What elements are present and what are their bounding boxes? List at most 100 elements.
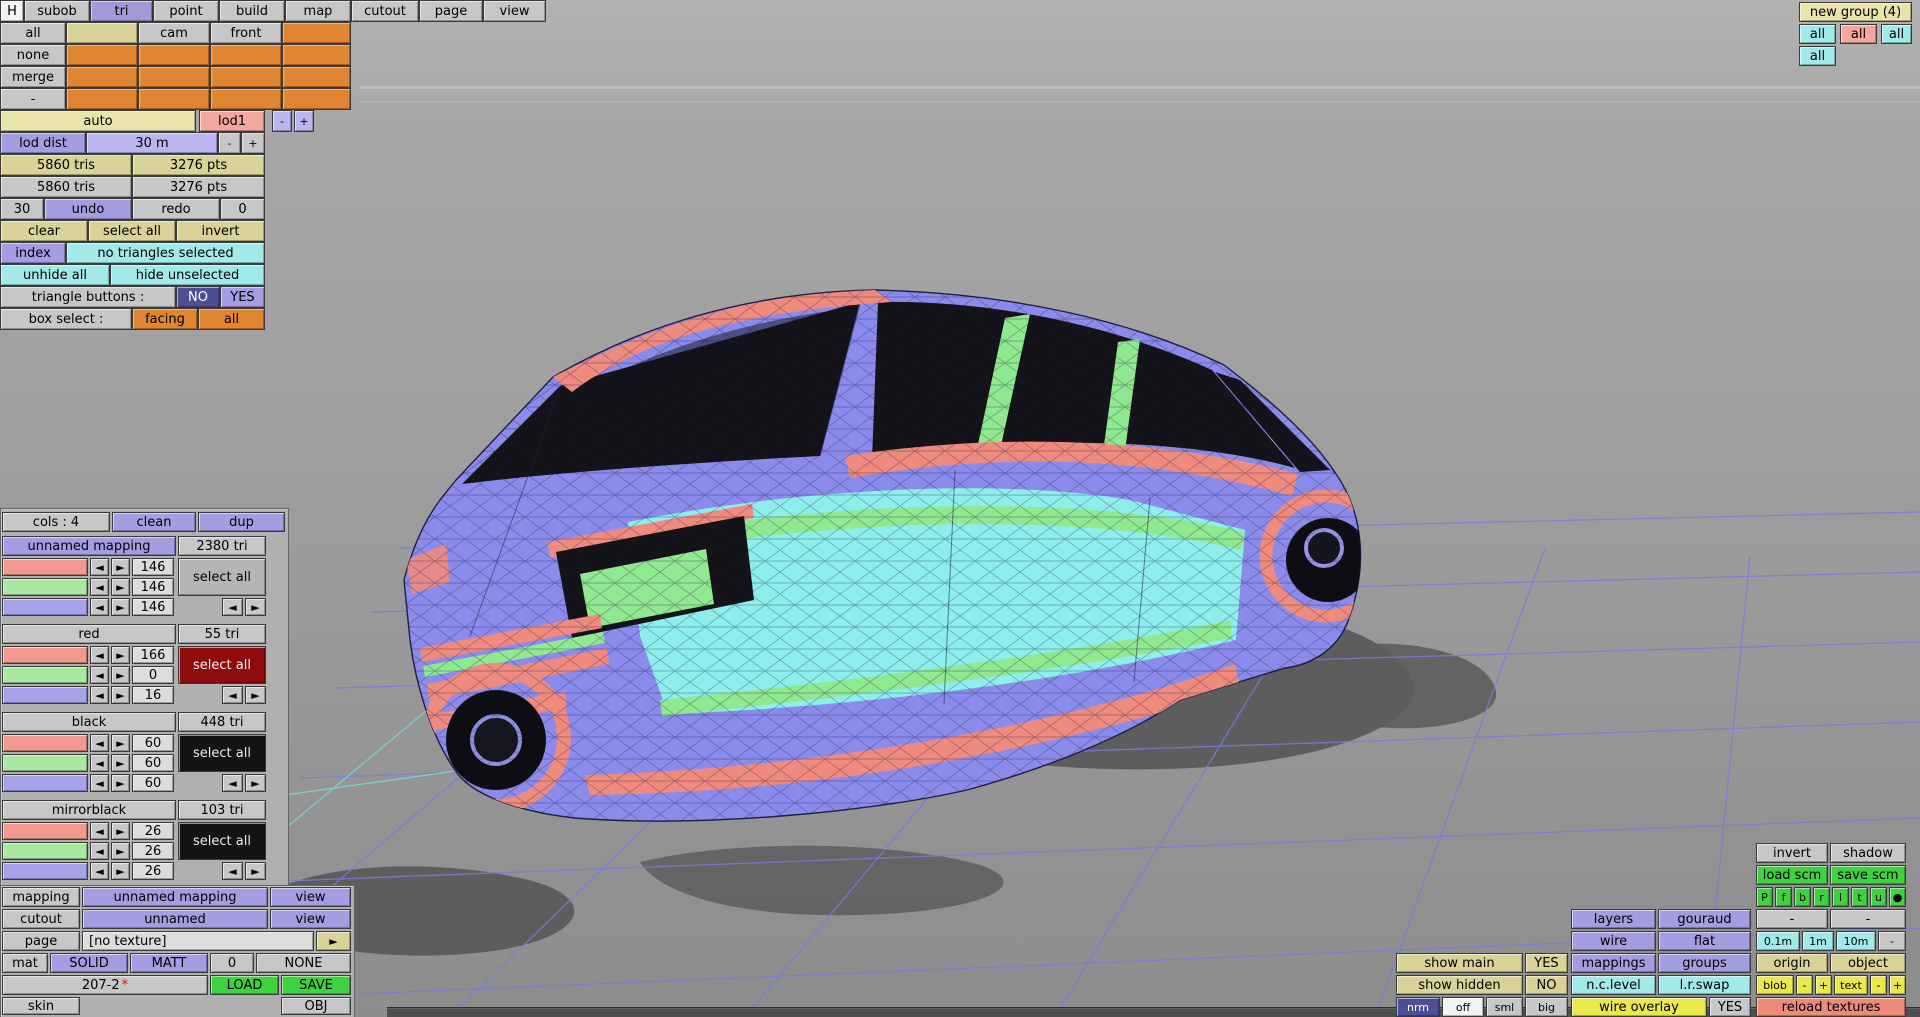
swatch-prev-button[interactable]: ◄ xyxy=(90,774,109,792)
menu-item-point[interactable]: point xyxy=(153,0,219,22)
axis-t-button[interactable]: t xyxy=(1851,887,1868,907)
blob-plus-button[interactable]: + xyxy=(1815,975,1832,995)
swatch-next-button[interactable]: ► xyxy=(111,578,130,596)
axis-b-button[interactable]: b xyxy=(1794,887,1811,907)
nrm-button[interactable]: nrm xyxy=(1396,997,1440,1017)
skin-button[interactable]: skin xyxy=(2,997,80,1015)
grid-front-button[interactable]: front xyxy=(210,22,282,44)
color-swatch-blue[interactable] xyxy=(2,598,88,616)
menu-item-tri[interactable]: tri xyxy=(90,0,153,22)
swatch-next-button[interactable]: ► xyxy=(111,646,130,664)
palette-cell[interactable] xyxy=(282,66,351,88)
clean-button[interactable]: clean xyxy=(112,512,196,532)
swatch-prev-button[interactable]: ◄ xyxy=(90,686,109,704)
color-group-name[interactable]: mirrorblack xyxy=(2,800,176,820)
mat-solid-button[interactable]: SOLID xyxy=(50,953,128,973)
group-prev-button[interactable]: ◄ xyxy=(222,598,243,616)
dist-1m-button[interactable]: 1m xyxy=(1802,931,1834,951)
groups-button[interactable]: groups xyxy=(1658,953,1751,973)
index-button[interactable]: index xyxy=(0,242,66,264)
box-select-all-button[interactable]: all xyxy=(198,308,265,330)
mat-matt-button[interactable]: MATT xyxy=(130,953,208,973)
menu-item-view[interactable]: view xyxy=(483,0,546,22)
blob-button[interactable]: blob xyxy=(1756,975,1794,995)
nrm-off-button[interactable]: off xyxy=(1442,997,1484,1017)
flat-button[interactable]: flat xyxy=(1658,931,1751,951)
axis-r-button[interactable]: r xyxy=(1813,887,1830,907)
mat-none-button[interactable]: NONE xyxy=(256,953,351,973)
nrm-sml-button[interactable]: sml xyxy=(1486,997,1523,1017)
group-select-all-button[interactable]: select all xyxy=(178,734,266,772)
blob-minus-button[interactable]: - xyxy=(1796,975,1813,995)
swatch-prev-button[interactable]: ◄ xyxy=(90,734,109,752)
color-swatch-blue[interactable] xyxy=(2,686,88,704)
group-next-button[interactable]: ► xyxy=(245,862,266,880)
swatch-next-button[interactable]: ► xyxy=(111,842,130,860)
swatch-next-button[interactable]: ► xyxy=(111,666,130,684)
lod1-button[interactable]: lod1 xyxy=(199,110,265,132)
palette-cell[interactable] xyxy=(66,88,138,110)
show-hidden-button[interactable]: show hidden xyxy=(1396,975,1523,995)
color-group-name[interactable]: red xyxy=(2,624,176,644)
dash-button[interactable]: - xyxy=(1756,909,1828,929)
text-button[interactable]: text xyxy=(1834,975,1868,995)
wire-overlay-button[interactable]: wire overlay xyxy=(1571,997,1707,1017)
group-all-button[interactable]: all xyxy=(1840,24,1877,44)
mappings-button[interactable]: mappings xyxy=(1571,953,1656,973)
grid-merge-button[interactable]: merge xyxy=(0,66,66,88)
menu-item-subob[interactable]: subob xyxy=(24,0,90,22)
swatch-prev-button[interactable]: ◄ xyxy=(90,754,109,772)
show-hidden-toggle[interactable]: NO xyxy=(1525,975,1568,995)
obj-button[interactable]: OBJ xyxy=(281,997,351,1015)
color-swatch-blue[interactable] xyxy=(2,774,88,792)
color-swatch-red[interactable] xyxy=(2,822,88,840)
object-button[interactable]: object xyxy=(1830,953,1906,973)
nc-level-button[interactable]: n.c.level xyxy=(1571,975,1656,995)
menu-item-cutout[interactable]: cutout xyxy=(351,0,419,22)
swatch-next-button[interactable]: ► xyxy=(111,822,130,840)
lod-plus-button[interactable]: + xyxy=(294,110,314,132)
axis-f-button[interactable]: f xyxy=(1775,887,1792,907)
cutout-name[interactable]: unnamed xyxy=(82,909,268,929)
text-minus-button[interactable]: - xyxy=(1870,975,1887,995)
palette-cell[interactable] xyxy=(138,44,210,66)
palette-cell[interactable] xyxy=(138,66,210,88)
dash-button[interactable]: - xyxy=(1830,909,1906,929)
cutout-view-button[interactable]: view xyxy=(270,909,351,929)
group-select-all-button[interactable]: select all xyxy=(178,822,266,860)
save-scm-button[interactable]: save scm xyxy=(1830,865,1906,885)
group-prev-button[interactable]: ◄ xyxy=(222,862,243,880)
group-next-button[interactable]: ► xyxy=(245,598,266,616)
swatch-prev-button[interactable]: ◄ xyxy=(90,842,109,860)
axis-l-button[interactable]: l xyxy=(1832,887,1849,907)
swatch-prev-button[interactable]: ◄ xyxy=(90,646,109,664)
show-main-toggle[interactable]: YES xyxy=(1525,953,1568,973)
group-select-all-button[interactable]: select all xyxy=(178,558,266,596)
color-swatch-red[interactable] xyxy=(2,646,88,664)
color-swatch-green[interactable] xyxy=(2,842,88,860)
palette-cell[interactable] xyxy=(282,88,351,110)
select-all-button[interactable]: select all xyxy=(88,220,176,242)
grid-minus-button[interactable]: - xyxy=(0,88,66,110)
layers-button[interactable]: layers xyxy=(1571,909,1656,929)
swatch-next-button[interactable]: ► xyxy=(111,862,130,880)
triangle-buttons-yes[interactable]: YES xyxy=(220,286,265,308)
group-next-button[interactable]: ► xyxy=(245,774,266,792)
color-group-name[interactable]: unnamed mapping xyxy=(2,536,176,556)
redo-button[interactable]: redo xyxy=(132,198,220,220)
page-texture-select[interactable]: [no texture] xyxy=(82,931,314,951)
palette-cell[interactable] xyxy=(210,88,282,110)
menu-item-map[interactable]: map xyxy=(285,0,351,22)
new-group-button[interactable]: new group (4) xyxy=(1799,2,1912,22)
group-all-button[interactable]: all xyxy=(1799,46,1836,66)
grid-all-button[interactable]: all xyxy=(0,22,66,44)
grid-none-button[interactable]: none xyxy=(0,44,66,66)
palette-cell[interactable] xyxy=(66,66,138,88)
lod-dist-plus-button[interactable]: + xyxy=(241,132,265,154)
swatch-next-button[interactable]: ► xyxy=(111,754,130,772)
axis-p-button[interactable]: P xyxy=(1756,887,1773,907)
swatch-prev-button[interactable]: ◄ xyxy=(90,598,109,616)
group-next-button[interactable]: ► xyxy=(245,686,266,704)
group-all-button[interactable]: all xyxy=(1799,24,1836,44)
color-swatch-green[interactable] xyxy=(2,754,88,772)
